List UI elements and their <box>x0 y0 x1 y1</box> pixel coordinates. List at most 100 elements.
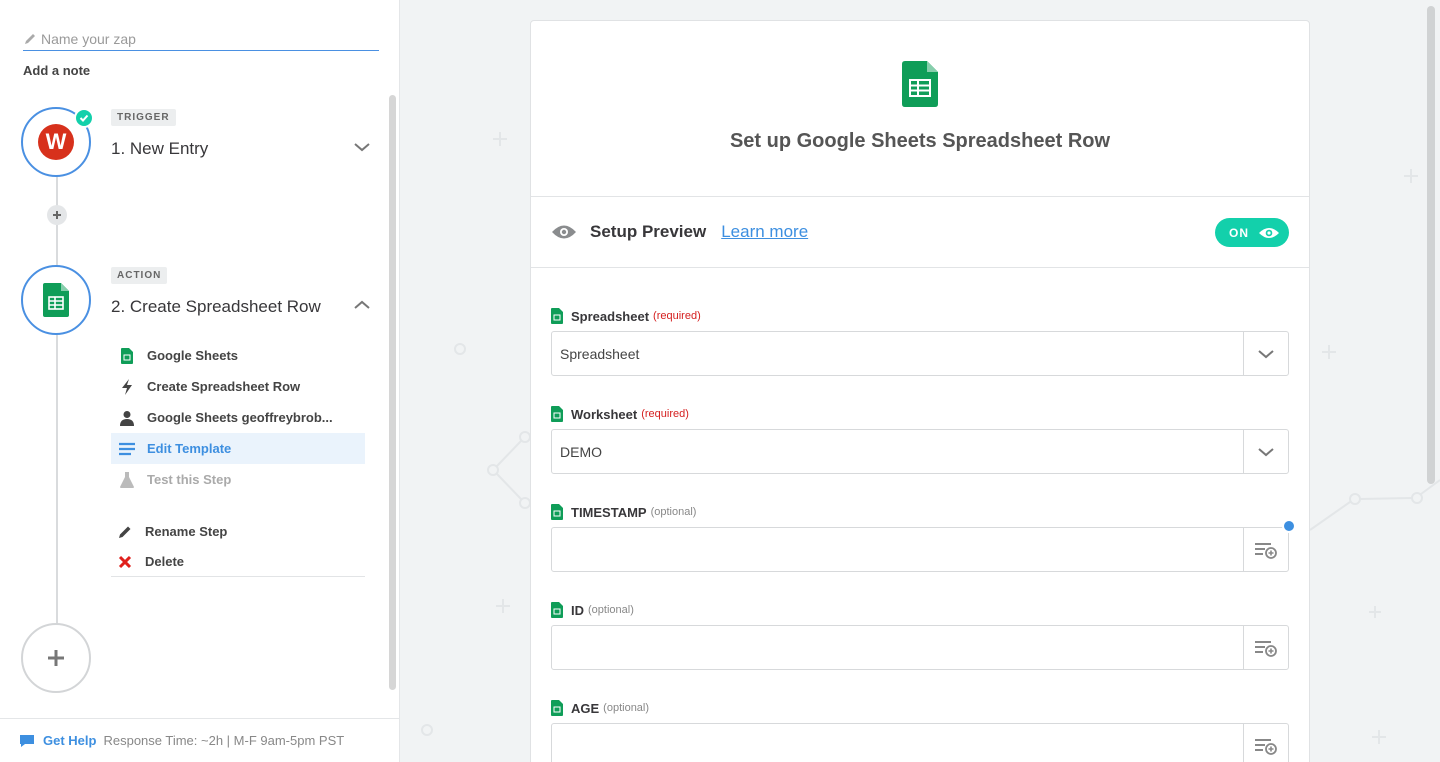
action-step-title[interactable]: 2. Create Spreadsheet Row <box>111 297 321 317</box>
timeline-line <box>56 176 58 626</box>
google-sheets-icon <box>43 283 69 317</box>
zap-name-field[interactable] <box>23 28 379 51</box>
substep-test-step[interactable]: Test this Step <box>111 464 365 495</box>
action-tag: ACTION <box>111 267 168 284</box>
substep-edit-template[interactable]: Edit Template <box>111 433 365 464</box>
eye-icon <box>552 225 576 239</box>
response-time-text: Response Time: ~2h | M-F 9am-5pm PST <box>103 733 345 748</box>
plus-icon <box>48 650 64 666</box>
card-header: Set up Google Sheets Spreadsheet Row <box>531 21 1309 197</box>
notification-dot <box>1282 519 1296 533</box>
field-name: Spreadsheet <box>571 308 650 324</box>
divider <box>111 576 365 577</box>
field-label: Spreadsheet (required) <box>551 308 1289 324</box>
add-step-between-button[interactable] <box>47 205 67 225</box>
chevron-down-icon[interactable] <box>353 138 371 156</box>
delete-step-button[interactable]: Delete <box>111 546 365 577</box>
optional-tag: (optional) <box>650 506 697 518</box>
field-spreadsheet: Spreadsheet (required) Spreadsheet <box>551 308 1289 376</box>
pencil-icon <box>25 34 35 44</box>
setup-preview-bar: Setup Preview Learn more ON <box>531 197 1309 268</box>
substep-choose-action[interactable]: Create Spreadsheet Row <box>111 371 365 402</box>
trigger-tag: TRIGGER <box>111 109 176 126</box>
substep-label: Edit Template <box>147 441 232 456</box>
spreadsheet-select[interactable]: Spreadsheet <box>551 331 1289 376</box>
page-title: Set up Google Sheets Spreadsheet Row <box>729 130 1111 152</box>
sidebar: Add a note W TRIGGER 1. New Entry ACTION… <box>0 0 400 762</box>
delete-step-label: Delete <box>145 554 185 569</box>
plus-icon <box>53 211 61 219</box>
substep-label: Create Spreadsheet Row <box>147 379 301 394</box>
insert-field-button[interactable] <box>1243 528 1288 571</box>
field-name: AGE <box>571 700 600 716</box>
field-label: AGE (optional) <box>551 700 1289 716</box>
pencil-icon <box>117 524 133 540</box>
chevron-up-icon[interactable] <box>353 296 371 314</box>
bolt-icon <box>119 378 135 395</box>
insert-field-icon <box>1255 738 1277 755</box>
field-id: ID (optional) <box>551 602 1289 670</box>
select-value: DEMO <box>560 443 602 460</box>
insert-field-icon <box>1255 542 1277 559</box>
trigger-step-title[interactable]: 1. New Entry <box>111 139 208 159</box>
select-value: Spreadsheet <box>560 345 640 362</box>
field-label: TIMESTAMP (optional) <box>551 504 1289 520</box>
action-step-circle[interactable] <box>21 265 91 335</box>
help-bar: Get Help Response Time: ~2h | M-F 9am-5p… <box>0 718 400 762</box>
sidebar-scrollbar[interactable] <box>389 95 396 690</box>
sheets-icon <box>551 700 563 716</box>
chevron-down-icon <box>1258 447 1274 456</box>
field-worksheet: Worksheet (required) DEMO <box>551 406 1289 474</box>
zap-name-input[interactable] <box>41 31 361 47</box>
field-name: ID <box>571 602 584 618</box>
optional-tag: (optional) <box>603 702 650 714</box>
eye-icon <box>1259 227 1279 238</box>
field-name: Worksheet <box>571 406 638 422</box>
sheets-icon <box>551 602 563 618</box>
dropdown-button[interactable] <box>1243 332 1288 375</box>
check-icon <box>74 108 94 128</box>
dropdown-button[interactable] <box>1243 430 1288 473</box>
rename-step-label: Rename Step <box>145 524 228 539</box>
worksheet-select[interactable]: DEMO <box>551 429 1289 474</box>
field-name: TIMESTAMP <box>571 504 647 520</box>
id-input[interactable] <box>551 625 1289 670</box>
required-tag: (required) <box>653 310 701 322</box>
field-age: AGE (optional) <box>551 700 1289 762</box>
sheets-icon <box>551 504 563 520</box>
substep-label: Google Sheets geoffreybrob... <box>147 410 333 425</box>
substep-label: Google Sheets <box>147 348 239 363</box>
sheets-icon <box>551 406 563 422</box>
wufoo-logo-icon: W <box>38 124 74 160</box>
chat-icon <box>20 734 34 747</box>
user-icon <box>119 410 135 426</box>
page-scrollbar[interactable] <box>1427 6 1435 484</box>
get-help-link[interactable]: Get Help <box>43 733 96 748</box>
add-step-button[interactable] <box>21 623 91 693</box>
field-label: ID (optional) <box>551 602 1289 618</box>
setup-card: Set up Google Sheets Spreadsheet Row Set… <box>530 20 1310 762</box>
learn-more-link[interactable]: Learn more <box>721 222 808 242</box>
insert-field-button[interactable] <box>1243 724 1288 762</box>
list-icon <box>119 441 135 457</box>
add-note-link[interactable]: Add a note <box>23 63 90 78</box>
rename-step-button[interactable]: Rename Step <box>111 516 365 547</box>
optional-tag: (optional) <box>588 604 634 616</box>
preview-toggle[interactable]: ON <box>1215 218 1289 247</box>
setup-preview-title: Setup Preview <box>590 222 707 241</box>
sheets-icon <box>119 347 135 364</box>
google-sheets-icon <box>902 61 938 107</box>
substep-choose-app[interactable]: Google Sheets <box>111 340 365 371</box>
chevron-down-icon <box>1258 349 1274 358</box>
substep-choose-account[interactable]: Google Sheets geoffreybrob... <box>111 402 365 433</box>
insert-field-button[interactable] <box>1243 626 1288 669</box>
toggle-label: ON <box>1229 225 1249 240</box>
field-timestamp: TIMESTAMP (optional) <box>551 504 1296 572</box>
required-tag: (required) <box>641 408 689 420</box>
field-label: Worksheet (required) <box>551 406 1289 422</box>
close-icon <box>117 554 133 570</box>
age-input[interactable] <box>551 723 1289 762</box>
sheets-icon <box>551 308 563 324</box>
timestamp-input[interactable] <box>551 519 1296 572</box>
insert-field-icon <box>1255 640 1277 657</box>
